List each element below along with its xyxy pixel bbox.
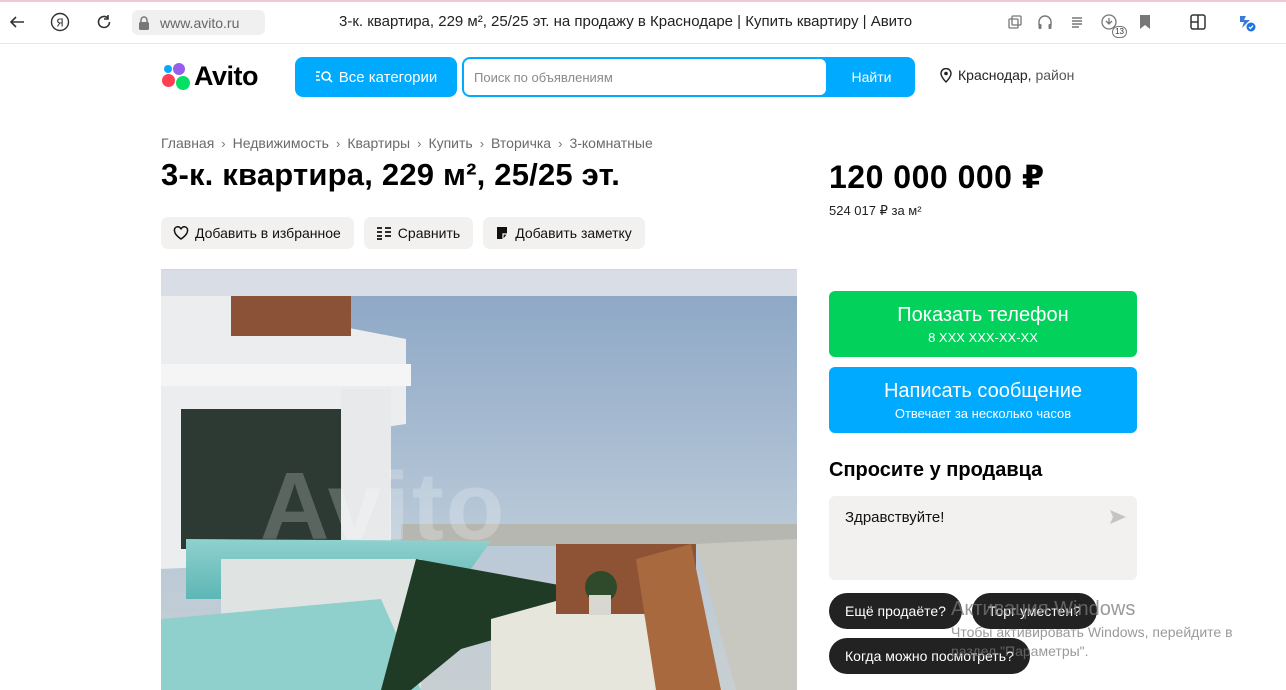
windows-activation-overlay: Активация Windows Чтобы активировать Win…	[951, 598, 1233, 661]
breadcrumb-3-rooms[interactable]: 3-комнатные	[569, 135, 652, 151]
activation-line-2: раздел "Параметры".	[951, 643, 1089, 659]
ask-seller-heading: Спросите у продавца	[829, 459, 1043, 481]
breadcrumb-separator: ›	[558, 135, 563, 151]
address-bar[interactable]: www.avito.ru	[132, 10, 265, 35]
message-input[interactable]: Здравствуйте!	[829, 496, 1137, 580]
write-message-label: Написать сообщение	[883, 379, 1082, 402]
search-button[interactable]: Найти	[828, 57, 915, 97]
price: 120 000 000 ₽	[829, 159, 1045, 195]
add-to-favorites-button[interactable]: Добавить в избранное	[161, 217, 354, 249]
extension-icon[interactable]	[1234, 10, 1258, 34]
breadcrumb-secondary[interactable]: Вторичка	[491, 135, 551, 151]
all-categories-label: Все категории	[338, 68, 438, 86]
breadcrumb-home[interactable]: Главная	[161, 135, 214, 151]
headphones-icon[interactable]	[1033, 10, 1057, 34]
all-categories-button[interactable]: Все категории	[295, 57, 457, 97]
page-title-bar: 3-к. квартира, 229 м², 25/25 эт. на прод…	[339, 13, 913, 30]
breadcrumb-separator: ›	[221, 135, 226, 151]
show-phone-button[interactable]: Показать телефон 8 XXX XXX-XX-XX	[829, 291, 1137, 357]
yandex-icon[interactable]: Я	[47, 9, 73, 35]
show-phone-label: Показать телефон	[897, 303, 1069, 326]
note-icon	[497, 227, 508, 239]
categories-search-icon	[315, 71, 333, 83]
logo-text: Avito	[194, 61, 259, 91]
downloads-badge: 13	[1112, 26, 1127, 38]
activation-title: Активация Windows	[951, 598, 1136, 620]
add-note-button[interactable]: Добавить заметку	[483, 217, 645, 249]
add-to-favorites-label: Добавить в избранное	[195, 225, 341, 241]
response-time: Отвечает за несколько часов	[894, 405, 1072, 421]
location-city: Краснодар,	[958, 67, 1032, 83]
heart-icon	[173, 226, 189, 240]
activation-line-1: Чтобы активировать Windows, перейдите в	[951, 624, 1233, 640]
bookmark-icon[interactable]	[1133, 10, 1157, 34]
breadcrumb-separator: ›	[335, 135, 341, 151]
quick-reply-still-selling[interactable]: Ещё продаёте?	[829, 593, 962, 629]
avito-logo[interactable]: Avito	[161, 61, 259, 92]
write-message-button[interactable]: Написать сообщение Отвечает за несколько…	[829, 367, 1137, 433]
tab-strip-line	[0, 0, 1286, 2]
add-note-label: Добавить заметку	[515, 225, 632, 241]
listing-title: 3-к. квартира, 229 м², 25/25 эт.	[161, 157, 621, 192]
map-pin-icon	[940, 67, 952, 83]
collections-icon[interactable]	[1186, 10, 1210, 34]
compare-icon	[376, 227, 391, 240]
reload-icon[interactable]	[91, 9, 117, 35]
location-selector[interactable]: Краснодар, район	[940, 67, 1074, 83]
send-icon[interactable]	[1109, 508, 1127, 526]
compare-label: Сравнить	[397, 225, 461, 241]
breadcrumb-buy[interactable]: Купить	[428, 135, 472, 151]
tabs-icon[interactable]	[1003, 10, 1027, 34]
back-icon[interactable]	[4, 9, 30, 35]
lock-icon	[139, 15, 149, 30]
breadcrumb-apartments[interactable]: Квартиры	[347, 135, 410, 151]
browser-toolbar: Я www.avito.ru 3-к. квартира, 229 м², 25…	[0, 0, 1286, 44]
breadcrumb-separator: ›	[417, 135, 422, 151]
search-bar: Найти	[462, 57, 915, 97]
photo-watermark: Avito	[260, 453, 507, 560]
message-text: Здравствуйте!	[845, 509, 945, 526]
reader-icon[interactable]	[1065, 10, 1089, 34]
breadcrumb-separator: ›	[479, 135, 485, 151]
compare-button[interactable]: Сравнить	[363, 217, 474, 249]
price-per-m2: 524 017 ₽ за м²	[829, 203, 922, 218]
breadcrumb: Главная › Недвижимость › Квартиры › Купить ›…	[161, 135, 653, 151]
logo-dots-icon	[161, 62, 191, 92]
location-district: район	[1035, 67, 1075, 83]
search-input[interactable]	[464, 59, 826, 95]
listing-actions: Добавить в избранное Сравнить Добавить з…	[161, 217, 645, 249]
url-text: www.avito.ru	[160, 14, 240, 31]
downloads-icon[interactable]: 13	[1097, 10, 1127, 38]
svg-text:Я: Я	[56, 17, 64, 30]
masked-phone-number: 8 XXX XXX-XX-XX	[928, 329, 1038, 345]
breadcrumb-realty[interactable]: Недвижимость	[233, 135, 329, 151]
